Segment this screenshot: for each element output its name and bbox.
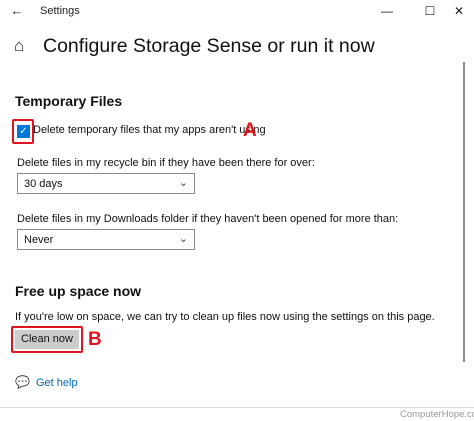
close-icon[interactable]: ✕	[448, 2, 470, 20]
delete-temp-files-label[interactable]: Delete temporary files that my apps aren…	[33, 124, 266, 136]
get-help-link[interactable]: Get help	[36, 377, 78, 389]
downloads-dropdown[interactable]: Never ⌄	[17, 229, 195, 250]
chevron-down-icon: ⌄	[178, 233, 188, 245]
scrollbar[interactable]	[463, 62, 465, 362]
annotation-marker-a: A	[243, 120, 257, 141]
back-arrow-icon[interactable]: ←	[8, 3, 26, 19]
maximize-icon[interactable]: ☐	[419, 2, 441, 20]
recycle-bin-dropdown[interactable]: 30 days ⌄	[17, 173, 195, 194]
settings-window: ← Settings — ☐ ✕ ⌂ Configure Storage Sen…	[0, 0, 474, 408]
watermark: ComputerHope.com	[400, 409, 474, 420]
free-up-space-description: If you're low on space, we can try to cl…	[15, 311, 435, 323]
clean-now-button[interactable]: Clean now	[15, 330, 79, 349]
recycle-bin-label: Delete files in my recycle bin if they h…	[17, 157, 315, 169]
minimize-icon[interactable]: —	[376, 2, 398, 20]
downloads-label: Delete files in my Downloads folder if t…	[17, 213, 399, 225]
annotation-marker-b: B	[88, 329, 102, 350]
title-bar: ← Settings — ☐ ✕	[0, 0, 474, 24]
page-title: Configure Storage Sense or run it now	[43, 35, 375, 57]
section-title-temporary-files: Temporary Files	[15, 93, 123, 109]
chat-bubble-icon: 💬	[15, 375, 30, 389]
downloads-selected-value: Never	[24, 234, 54, 246]
window-title: Settings	[40, 5, 80, 17]
recycle-bin-selected-value: 30 days	[24, 178, 63, 190]
home-icon[interactable]: ⌂	[14, 36, 30, 56]
delete-temp-files-checkbox[interactable]: ✓	[17, 125, 30, 138]
section-title-free-up-space: Free up space now	[15, 283, 142, 299]
chevron-down-icon: ⌄	[178, 177, 188, 189]
